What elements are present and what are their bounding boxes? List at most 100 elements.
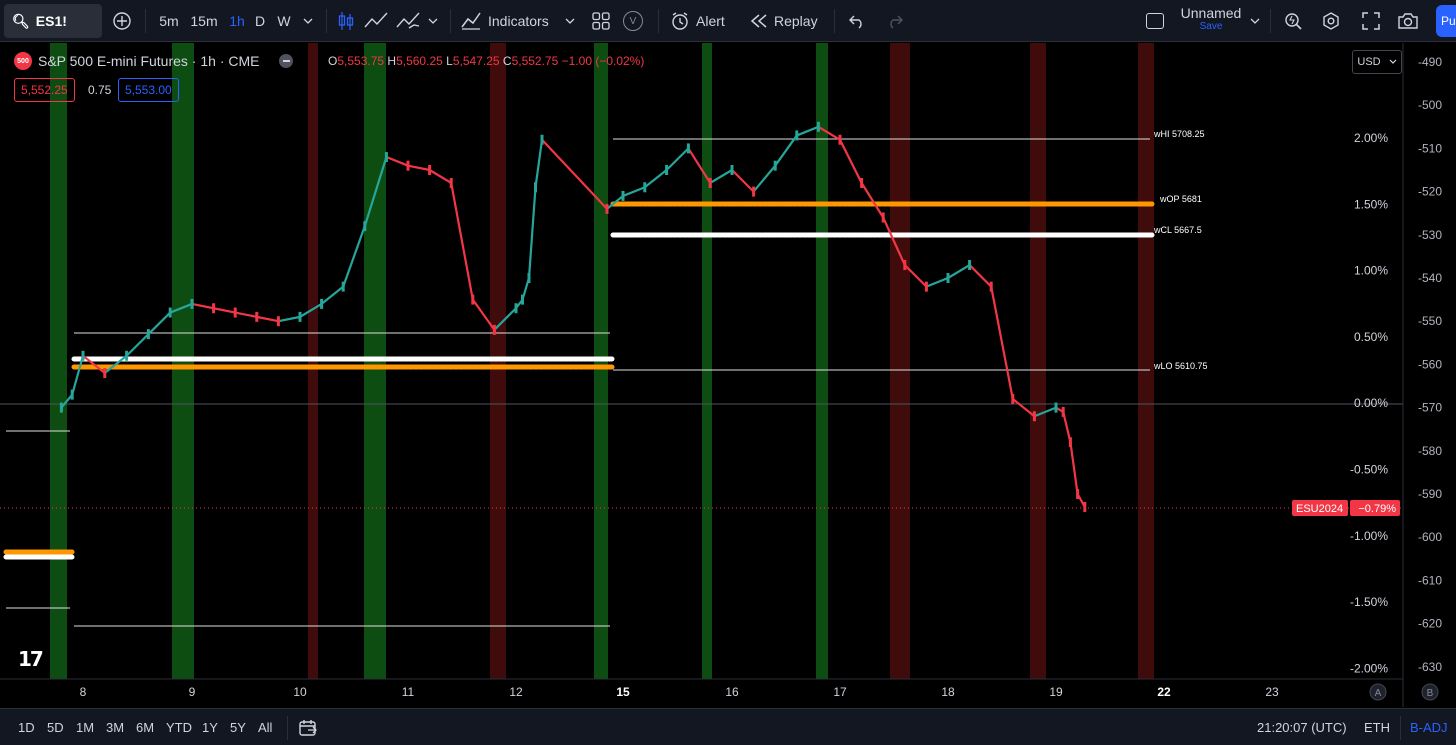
tf-dropdown[interactable] [300, 0, 316, 42]
indicators-button[interactable]: Indicators [460, 0, 560, 42]
price-segment-43 [925, 276, 949, 288]
price-tick-label: -520 [1418, 185, 1442, 199]
range-3m[interactable]: 3M [106, 709, 124, 745]
calendar-icon [299, 719, 317, 736]
price-segment-45 [968, 264, 992, 288]
ohlc-values: O5,553.75 H5,560.25 L5,547.25 C5,552.75 … [328, 54, 644, 68]
add-symbol-button[interactable] [110, 0, 134, 42]
range-1m[interactable]: 1M [76, 709, 94, 745]
candle-6 [168, 307, 172, 318]
candle-52 [1083, 501, 1087, 512]
price-segment-40 [860, 182, 885, 219]
tf-1h[interactable]: 1h [226, 0, 248, 42]
candle-23 [521, 294, 524, 305]
snapshot-button[interactable] [1394, 0, 1422, 42]
v-badge-icon: V [623, 11, 643, 31]
tf-5m[interactable]: 5m [156, 0, 182, 42]
range-1y[interactable]: 1Y [202, 709, 218, 745]
price-segment-31 [665, 147, 690, 171]
candle-49 [1061, 406, 1065, 417]
range-5y[interactable]: 5Y [230, 709, 246, 745]
chart-pane[interactable]: wHI 5708.25 wOP 5681 wCL 5667.5 wLO 5610.75… [0, 43, 1456, 707]
adjustment-button[interactable]: B-ADJ [1410, 709, 1448, 745]
layout-name-label: Unnamed [1180, 5, 1242, 21]
session-band-green-4 [702, 43, 712, 679]
price-segment-12 [278, 315, 301, 323]
open-value: 5,553.75 [337, 54, 385, 68]
candle-45 [989, 281, 993, 292]
tf-15m[interactable]: 15m [188, 0, 220, 42]
percent-tick-label: 2.00% [1354, 131, 1388, 145]
price-segment-25 [527, 187, 537, 279]
range-1d[interactable]: 1D [18, 709, 35, 745]
price-tick-label: -500 [1418, 98, 1442, 112]
settings-button[interactable] [1318, 0, 1344, 42]
alert-button[interactable]: Alert [670, 0, 734, 42]
price-tick-label: -590 [1418, 487, 1442, 501]
chart-style-dropdown[interactable] [426, 0, 440, 42]
candles-style-button[interactable] [335, 0, 357, 42]
redo-button[interactable] [884, 0, 906, 42]
legend-title: S&P 500 E-mini Futures · 1h · CME [38, 53, 260, 69]
candle-7 [190, 298, 194, 309]
candle-43 [946, 273, 950, 283]
range-all[interactable]: All [258, 709, 272, 745]
price-segment-46 [990, 286, 1014, 400]
candle-24 [527, 273, 531, 283]
layout-name-button[interactable]: Unnamed Save [1176, 6, 1246, 34]
undo-button[interactable] [846, 0, 868, 42]
price-segment-29 [622, 186, 646, 197]
line-style-button[interactable] [362, 0, 390, 42]
replay-button[interactable]: Replay [750, 0, 822, 42]
tf-w[interactable]: W [275, 0, 293, 42]
rewind-icon [750, 14, 767, 28]
quick-search-icon [1285, 13, 1302, 30]
candle-42 [924, 281, 928, 292]
price-segment-17 [385, 156, 409, 167]
symbol-search-button[interactable]: 🔍︎ ES1! [4, 4, 102, 38]
camera-icon [1398, 13, 1418, 29]
session-band-green-5 [816, 43, 828, 679]
percent-tick-label: 0.00% [1354, 396, 1388, 410]
clock-timezone[interactable]: 21:20:07 (UTC) [1257, 709, 1347, 745]
close-label: C [502, 54, 512, 68]
price-segment-10 [234, 311, 258, 318]
level-label-2: wCL 5667.5 [1153, 225, 1202, 235]
layouts-button[interactable] [590, 0, 612, 42]
range-ytd[interactable]: YTD [166, 709, 192, 745]
candle-19 [449, 177, 453, 188]
range-6m[interactable]: 6M [136, 709, 154, 745]
collapse-legend-button[interactable] [279, 54, 294, 68]
candle-27 [605, 203, 609, 214]
time-tick-label: 23 [1265, 685, 1279, 699]
price-segment-34 [731, 169, 755, 193]
quick-search-button[interactable] [1280, 0, 1306, 42]
candle-14 [341, 281, 345, 292]
session-band-red-3 [1030, 43, 1046, 679]
session-band-green-0 [50, 43, 67, 679]
tradingview-logo-icon[interactable]: 17 [18, 647, 44, 671]
price-chart[interactable]: wHI 5708.25 wOP 5681 wCL 5667.5 wLO 5610.75… [0, 43, 1456, 707]
percent-tick-label: -0.50% [1350, 463, 1388, 477]
currency-button[interactable]: USD [1352, 50, 1402, 74]
grid-icon [592, 12, 610, 30]
session-button[interactable]: ETH [1364, 709, 1390, 745]
tf-d[interactable]: D [252, 0, 268, 42]
layout-checkbox[interactable] [1143, 0, 1167, 42]
range-5d[interactable]: 5D [47, 709, 64, 745]
go-to-date-button[interactable] [298, 709, 318, 745]
layout-dropdown[interactable] [1248, 0, 1262, 42]
fullscreen-button[interactable] [1358, 0, 1384, 42]
buy-price-button[interactable]: 5,553.00 [118, 78, 179, 102]
percent-tick-label: -1.00% [1350, 529, 1388, 543]
indicators-dropdown[interactable] [563, 0, 577, 42]
sell-price-button[interactable]: 5,552.25 [14, 78, 75, 102]
candle-2 [81, 350, 85, 361]
publish-button[interactable]: Pu [1436, 5, 1456, 37]
session-band-red-4 [1138, 43, 1154, 679]
templates-button[interactable]: V [622, 0, 644, 42]
time-label: 21:20:07 (UTC) [1257, 720, 1347, 735]
price-tick-label: -630 [1418, 660, 1442, 674]
candle-46 [1011, 393, 1015, 404]
compare-button[interactable] [394, 0, 422, 42]
